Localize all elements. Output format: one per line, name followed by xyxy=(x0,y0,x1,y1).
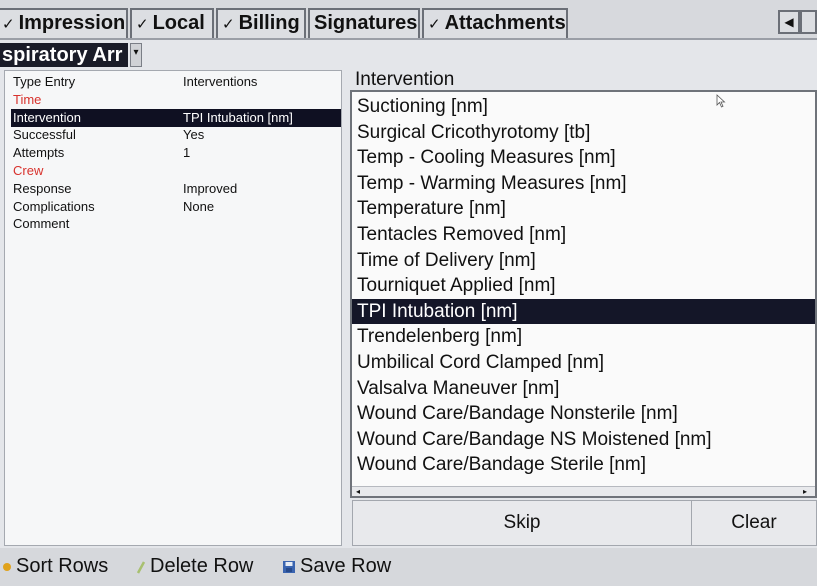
property-label: Time xyxy=(13,91,42,107)
property-value: None xyxy=(183,198,215,214)
list-item[interactable]: Trendelenberg [nm] xyxy=(352,324,815,349)
skip-button[interactable]: Skip xyxy=(352,500,692,546)
tab-billing[interactable]: ✓ Billing xyxy=(216,8,306,38)
check-icon: ✓ xyxy=(428,16,441,33)
list-item[interactable]: Umbilical Cord Clamped [nm] xyxy=(352,350,815,375)
horizontal-scrollbar[interactable]: ◂ ▸ xyxy=(352,486,815,496)
property-row[interactable]: Successful Yes xyxy=(11,126,341,144)
record-selector-dropdown-button[interactable]: ▾ xyxy=(130,43,142,67)
eraser-icon xyxy=(136,561,146,574)
tab-label: Signatures xyxy=(314,12,418,34)
list-item[interactable]: Surgical Cricothyrotomy [tb] xyxy=(352,120,815,145)
check-icon: ✓ xyxy=(136,16,149,33)
sort-rows-button[interactable]: Sort Rows xyxy=(2,552,108,580)
tab-signatures[interactable]: Signatures xyxy=(308,8,420,38)
record-selector-value: spiratory Arr xyxy=(2,44,123,66)
property-row[interactable]: Comment xyxy=(11,215,341,233)
bottom-toolbar: Sort Rows Delete Row Save Row xyxy=(0,548,817,586)
mouse-pointer-icon xyxy=(716,94,726,108)
sort-rows-label: Sort Rows xyxy=(16,555,109,577)
tab-local[interactable]: ✓ Local xyxy=(130,8,214,38)
delete-row-button[interactable]: Delete Row xyxy=(136,552,253,580)
property-label: Complications xyxy=(13,198,95,214)
list-item[interactable]: Wound Care/Bandage Sterile [nm] xyxy=(352,452,815,477)
property-row[interactable]: Time xyxy=(11,91,341,109)
property-value: 1 xyxy=(183,145,191,161)
property-row[interactable]: Crew xyxy=(11,162,341,180)
list-item[interactable]: TPI Intubation [nm] xyxy=(352,298,815,324)
property-row[interactable]: Intervention TPI Intubation [nm] xyxy=(11,108,341,127)
list-item[interactable]: Tentacles Removed [nm] xyxy=(352,222,815,247)
save-row-button[interactable]: Save Row xyxy=(282,552,391,580)
intervention-list[interactable]: Wound Care/Bandage Sterile [nm] Wound Car… xyxy=(350,90,817,498)
property-row[interactable]: Response Improved xyxy=(11,180,341,198)
property-value: Improved xyxy=(183,180,238,196)
check-icon: ✓ xyxy=(2,16,15,33)
list-item[interactable]: Time of Delivery [nm] xyxy=(352,248,815,273)
save-icon xyxy=(283,560,295,573)
property-value: Yes xyxy=(183,127,205,143)
property-label: Comment xyxy=(13,216,70,232)
list-item[interactable]: Tourniquet Applied [nm] xyxy=(352,273,815,298)
property-row[interactable]: Attempts 1 xyxy=(11,144,341,162)
list-heading: Intervention xyxy=(355,69,455,90)
property-row[interactable]: Complications None xyxy=(11,198,341,216)
list-item[interactable]: Wound Care/Bandage Nonsterile [nm] xyxy=(352,401,815,426)
list-item[interactable]: Temp - Warming Measures [nm] xyxy=(352,171,815,196)
sort-icon xyxy=(3,562,11,571)
check-icon: ✓ xyxy=(222,16,235,33)
list-item[interactable]: Suctioning [nm] xyxy=(352,94,815,119)
list-item[interactable]: Temp - Cooling Measures [nm] xyxy=(352,145,815,170)
property-label: Attempts xyxy=(13,145,65,161)
tab-label: Impression xyxy=(18,12,126,34)
property-row[interactable]: Type Entry Interventions xyxy=(11,73,341,91)
property-value: Interventions xyxy=(183,74,258,89)
property-label: Type Entry xyxy=(13,74,76,89)
tab-impression[interactable]: ✓ Impression xyxy=(0,8,128,38)
list-item[interactable]: Valsalva Maneuver [nm] xyxy=(352,376,815,401)
tab-bar: ✓ Impression ✓ Local ✓ Billing Signatures ✓… xyxy=(0,0,817,40)
tab-scroll-left-button[interactable]: ◀ xyxy=(778,10,800,34)
tab-scroll-right-button[interactable] xyxy=(800,10,817,34)
clear-button[interactable]: Clear xyxy=(691,500,817,546)
properties-pane: Type Entry Interventions Time Intervention T… xyxy=(4,70,342,546)
tab-label: Attachments xyxy=(444,12,566,34)
tab-label: Billing xyxy=(238,12,300,34)
chevron-down-icon: ▾ xyxy=(133,47,139,58)
property-label: Response xyxy=(13,180,72,196)
list-item[interactable]: Temperature [nm] xyxy=(352,196,815,221)
delete-row-label: Delete Row xyxy=(150,555,254,577)
property-label: Crew xyxy=(13,163,44,178)
scroll-left-icon[interactable]: ◂ xyxy=(356,487,360,496)
property-value: TPI Intubation [nm] xyxy=(183,109,293,125)
arrow-left-icon: ◀ xyxy=(784,15,794,29)
property-label: Successful xyxy=(13,127,76,143)
list-item[interactable]: Wound Care/Bandage NS Moistened [nm] xyxy=(352,427,815,452)
tab-label: Local xyxy=(152,12,205,34)
tab-attachments[interactable]: ✓ Attachments xyxy=(422,8,568,38)
save-row-label: Save Row xyxy=(300,555,392,577)
scroll-right-icon[interactable]: ▸ xyxy=(803,487,807,496)
record-selector[interactable]: spiratory Arr xyxy=(0,43,128,67)
property-label: Intervention xyxy=(13,109,81,125)
